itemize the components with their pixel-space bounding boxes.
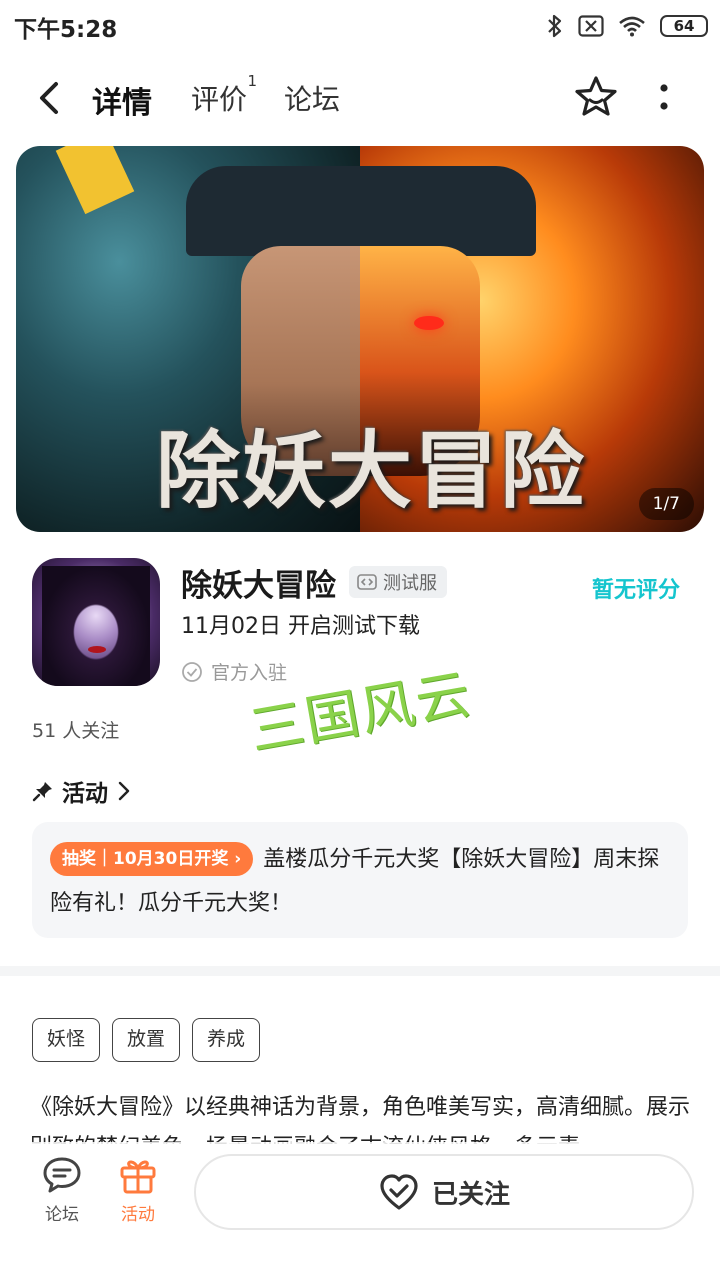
- release-info: 11月02日 开启测试下载: [181, 614, 420, 639]
- back-arrow-icon[interactable]: [30, 78, 70, 118]
- follower-count: 51 人关注: [32, 720, 120, 742]
- gift-icon: [120, 1160, 156, 1194]
- more-options-icon[interactable]: [646, 76, 682, 120]
- status-bar: 下午5:28 64: [0, 0, 720, 52]
- status-time: 下午5:28: [14, 17, 118, 43]
- sim-off-icon: [578, 15, 604, 37]
- activity-card[interactable]: 抽奖｜10月30日开奖 › 盖楼瓜分千元大奖【除妖大冒险】周末探险有礼！瓜分千元大…: [32, 822, 688, 938]
- bottom-activity-button[interactable]: 活动: [108, 1154, 168, 1225]
- rating-text[interactable]: 暂无评分: [592, 572, 680, 604]
- lottery-badge: 抽奖｜10月30日开奖 ›: [50, 842, 254, 876]
- tag-list: 妖怪 放置 养成: [32, 1018, 261, 1062]
- game-banner[interactable]: 除妖大冒险 1/7: [16, 146, 704, 532]
- tab-forum[interactable]: 论坛: [284, 78, 340, 118]
- follow-button-label: 已关注: [431, 1179, 510, 1210]
- tab-review-badge: 1: [247, 72, 258, 90]
- game-description: 《除妖大冒险》以经典神话为背景，角色唯美写实，高清细腻。展示别致的梦幻美色，场景…: [30, 1095, 691, 1144]
- bottom-activity-label: 活动: [121, 1205, 155, 1225]
- pin-icon: [32, 782, 52, 802]
- tab-forum-label: 论坛: [284, 83, 341, 116]
- server-tag: 测试服: [349, 566, 447, 598]
- official-badge: 官方入驻: [181, 658, 287, 685]
- heart-check-icon: [380, 1174, 418, 1210]
- bottom-bar: 论坛 活动 已关注: [0, 1142, 720, 1280]
- activity-header-label: 活动: [62, 781, 108, 807]
- status-icons: 64: [546, 10, 708, 42]
- code-icon: [357, 574, 377, 590]
- bottom-forum-button[interactable]: 论坛: [32, 1154, 92, 1225]
- bottom-forum-label: 论坛: [45, 1205, 79, 1225]
- check-circle-icon: [182, 661, 202, 682]
- app-icon[interactable]: [32, 558, 160, 686]
- wifi-icon: [619, 16, 645, 37]
- tab-detail-label: 详情: [92, 86, 152, 121]
- bluetooth-icon: [548, 14, 562, 38]
- banner-title-art: 除妖大冒险: [156, 421, 587, 520]
- favorite-star-icon[interactable]: [572, 74, 620, 122]
- chevron-right-icon: [118, 781, 130, 801]
- tab-review-label: 评价: [191, 83, 248, 116]
- app-icon-hair: [42, 566, 150, 686]
- follow-button[interactable]: 已关注: [194, 1154, 694, 1230]
- section-divider: [0, 966, 720, 976]
- tag-item[interactable]: 放置: [112, 1018, 181, 1062]
- tag-item[interactable]: 妖怪: [32, 1018, 101, 1062]
- tab-detail[interactable]: 详情: [88, 78, 154, 126]
- tab-review[interactable]: 评价 1: [191, 72, 257, 118]
- activity-header[interactable]: 活动: [32, 774, 132, 808]
- app-icon-lips: [88, 646, 106, 653]
- tag-item[interactable]: 养成: [192, 1018, 261, 1062]
- top-nav: 详情 评价 1 论坛: [0, 62, 720, 134]
- banner-page-counter: 1/7: [638, 488, 694, 520]
- chat-icon: [43, 1157, 81, 1193]
- official-label: 官方入驻: [211, 662, 288, 684]
- banner-demon-eye: [414, 316, 444, 330]
- server-tag-label: 测试服: [383, 573, 437, 594]
- app-name: 除妖大冒险: [181, 568, 336, 604]
- activity-text-block: 抽奖｜10月30日开奖 › 盖楼瓜分千元大奖【除妖大冒险】周末探险有礼！瓜分千元大…: [50, 838, 670, 926]
- banner-hat: [186, 166, 536, 256]
- battery-icon: 64: [660, 15, 708, 37]
